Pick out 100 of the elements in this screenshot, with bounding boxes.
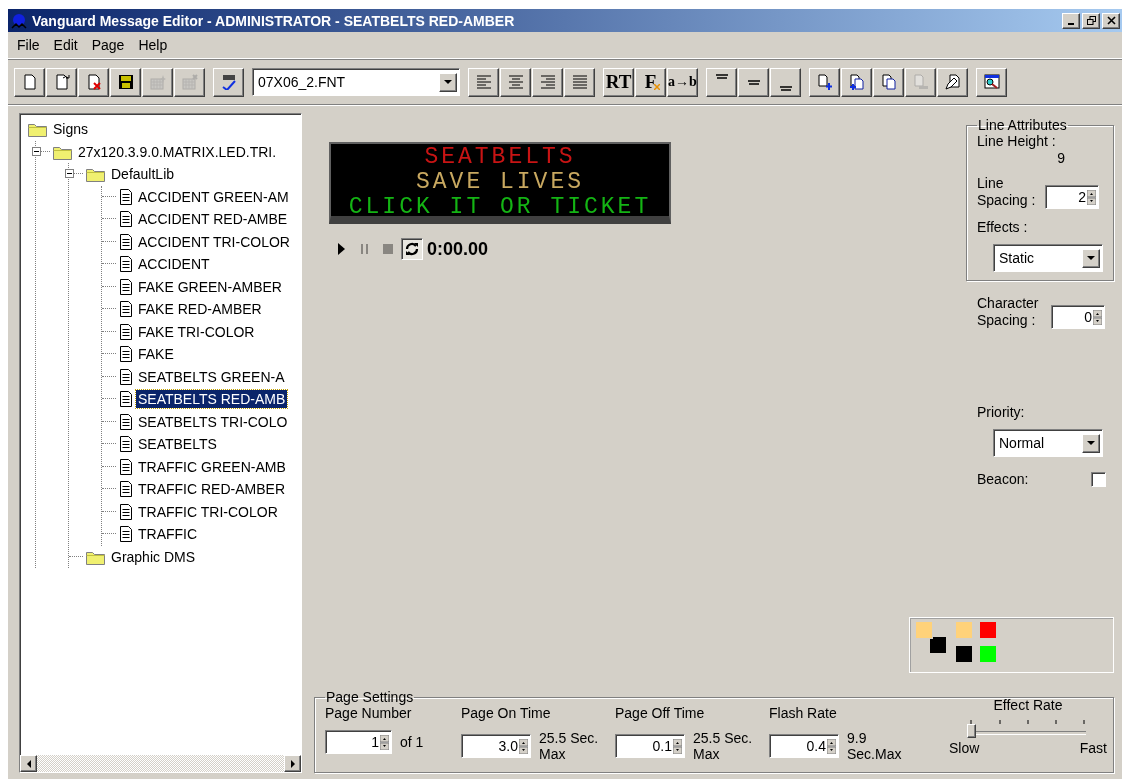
toolbar-button[interactable] [706,67,737,97]
expand-toggle[interactable] [65,169,74,179]
tree-item[interactable]: ACCIDENT GREEN-AM [136,187,291,206]
tree-item[interactable]: SEATBELTS TRI-COLO [136,412,290,431]
spin-buttons[interactable] [380,734,389,750]
spin-buttons[interactable] [1087,189,1096,205]
menu-item[interactable]: Edit [46,35,85,55]
toolbar-button[interactable] [14,67,45,97]
group-title: Page Settings [325,689,415,705]
tree-item[interactable]: SEATBELTS RED-AMB [136,390,288,409]
minimize-button[interactable] [1062,12,1080,29]
toolbar-button[interactable]: a→b [667,67,698,97]
toolbar-button[interactable]: F [635,67,666,97]
toolbar-button[interactable] [841,67,872,97]
scroll-left-button[interactable] [20,755,37,772]
dropdown[interactable]: Static [993,244,1103,272]
toolbar-button[interactable] [468,67,499,97]
justify-icon [571,74,588,90]
pages-plus-icon [848,74,865,90]
tree-item[interactable]: ACCIDENT TRI-COLOR [136,232,292,251]
grid-star-icon [149,74,166,90]
color-swatch[interactable] [979,621,997,639]
tree-item[interactable]: SEATBELTS [136,435,219,454]
slider-thumb[interactable] [967,724,976,738]
dropdown[interactable]: Normal [993,429,1103,457]
dropdown-button[interactable] [1082,248,1100,268]
close-icon [1106,16,1116,25]
document-icon [119,436,133,453]
document-icon [119,301,133,318]
toolbar-button[interactable]: RT [603,67,634,97]
tree-item[interactable]: Signs [51,120,91,139]
checkbox[interactable] [1091,472,1106,487]
tree-item[interactable]: TRAFFIC GREEN-AMB [136,457,288,476]
play-button[interactable] [337,242,346,256]
spin-buttons[interactable] [673,738,682,754]
toolbar-button[interactable] [110,67,141,97]
expand-toggle[interactable] [32,146,41,156]
toolbar-button[interactable] [46,67,77,97]
tree-item[interactable]: FAKE [136,345,176,364]
toolbar-button[interactable] [937,67,968,97]
tree-item[interactable]: FAKE GREEN-AMBER [136,277,284,296]
loop-button[interactable] [401,238,423,260]
color-swatch[interactable] [955,645,973,663]
menu-item[interactable]: Help [131,35,175,55]
toolbar-button[interactable] [738,67,769,97]
number-field[interactable]: 1 [325,730,392,754]
color-swatch[interactable] [955,621,973,639]
document-icon [119,526,133,543]
scroll-bar[interactable] [20,755,301,772]
pages-icon [912,74,929,90]
tree-item[interactable]: FAKE RED-AMBER [136,300,264,319]
left-arrow-icon [26,759,31,768]
right-arrow-icon [290,759,295,768]
tree-item[interactable]: Graphic DMS [109,547,198,566]
toolbar-button[interactable] [500,67,531,97]
tree-item[interactable]: ACCIDENT RED-AMBE [136,210,290,229]
toolbar-button[interactable] [976,67,1007,97]
toolbar-button[interactable] [809,67,840,97]
color-swatch[interactable] [915,621,933,639]
toolbar-button[interactable] [532,67,563,97]
toolbar-button[interactable] [213,67,244,97]
tree-item[interactable]: TRAFFIC RED-AMBER [136,480,287,499]
tree-item[interactable]: TRAFFIC TRI-COLOR [136,502,280,521]
close-button[interactable] [1102,12,1120,29]
toolbar-button[interactable] [770,67,801,97]
dropdown-button[interactable] [1082,433,1100,453]
color-swatch[interactable] [929,636,947,654]
tree-item[interactable]: FAKE TRI-COLOR [136,322,257,341]
document-icon [119,278,133,295]
color-swatch[interactable] [979,645,997,663]
number-field[interactable]: 3.0 [461,734,531,758]
number-field[interactable]: 0.1 [615,734,685,758]
tree-item[interactable]: DefaultLib [109,165,177,184]
menu-item[interactable]: File [10,35,47,55]
scroll-right-button[interactable] [284,755,301,772]
document-icon [119,458,133,475]
line-height-value: 9 [1056,150,1066,167]
spin-buttons[interactable] [827,738,836,754]
x-icon [654,83,660,90]
dropdown-button[interactable] [439,72,457,92]
tree-item[interactable]: TRAFFIC [136,525,200,544]
field-note: 25.5 Sec. Max [539,730,600,762]
number-field[interactable]: 0 [1051,305,1105,329]
number-field[interactable]: 0.4 [769,734,839,758]
restore-button[interactable] [1082,12,1100,29]
spin-buttons[interactable] [1093,309,1102,325]
tree-item[interactable]: SEATBELTS GREEN-A [136,367,287,386]
toolbar-button[interactable] [873,67,904,97]
spin-buttons[interactable] [519,738,528,754]
toolbar-button[interactable] [78,67,109,97]
font-dropdown[interactable]: 07X06_2.FNT [252,68,460,96]
menu-item[interactable]: Page [84,35,132,55]
tree-item[interactable]: ACCIDENT [136,255,212,274]
number-field[interactable]: 2 [1045,185,1099,209]
align-bottom-icon [779,85,792,91]
minimize-icon [1068,22,1074,25]
tree-item[interactable]: 27x120.3.9.0.MATRIX.LED.TRI. [76,142,279,161]
toolbar-button[interactable] [564,67,595,97]
document-arrow-icon [53,74,70,90]
slider[interactable] [967,718,1089,740]
